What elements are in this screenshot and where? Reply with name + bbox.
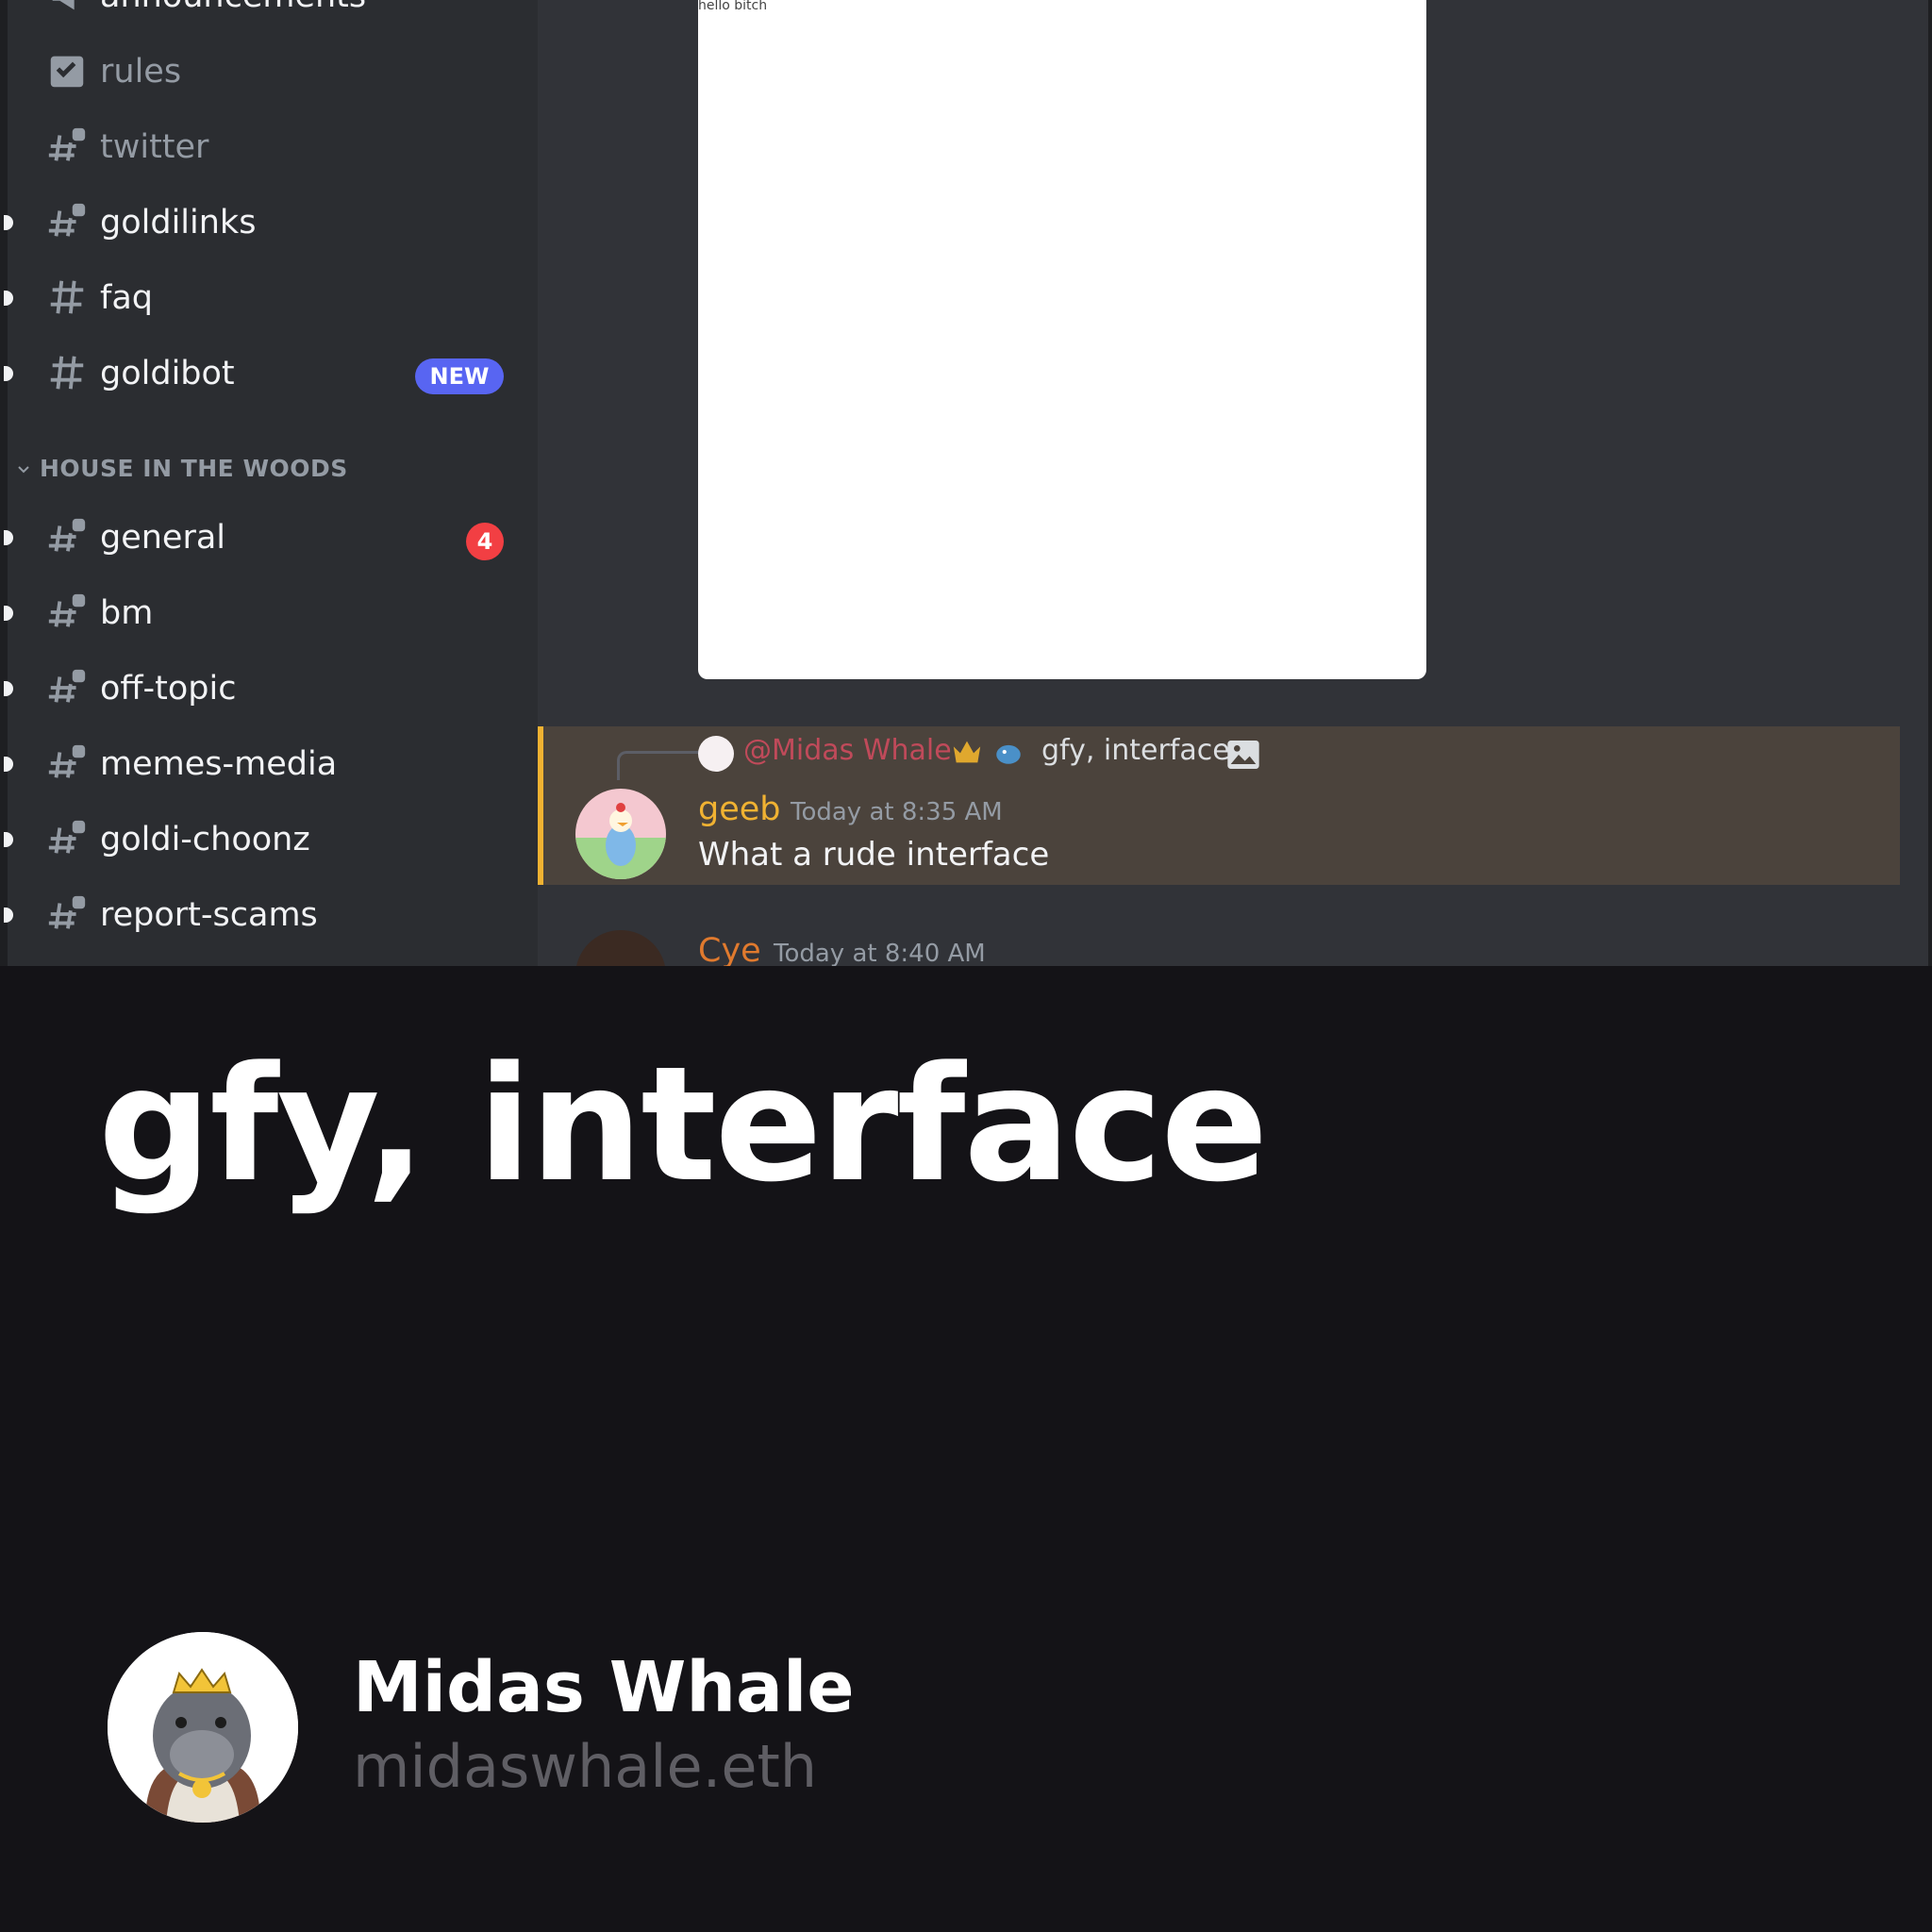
duck-avatar-icon <box>575 789 666 879</box>
avatar[interactable] <box>575 789 666 879</box>
sidebar-item-rules[interactable]: rules <box>0 43 538 100</box>
sidebar-item-memes-media[interactable]: memes-media <box>0 736 538 792</box>
sidebar-item-faq[interactable]: faq <box>0 270 538 326</box>
chevron-down-icon <box>18 466 29 474</box>
message-timestamp: Today at 8:40 AM <box>774 940 986 966</box>
thread-hash-icon <box>48 203 86 237</box>
sidebar-item-label: goldilinks <box>100 204 257 242</box>
unread-indicator <box>4 215 13 230</box>
new-badge: NEW <box>415 358 504 394</box>
sidebar-item-label: general <box>100 519 226 557</box>
thread-hash-icon <box>48 669 86 703</box>
thread-hash-icon <box>48 820 86 854</box>
whale-king-avatar-icon <box>108 1632 298 1823</box>
sidebar-item-label: faq <box>100 279 153 317</box>
message-author[interactable]: geeb <box>698 791 781 828</box>
sidebar-item-goldi-choonz[interactable]: goldi-choonz <box>0 811 538 868</box>
sidebar-item-label: goldi-choonz <box>100 821 310 858</box>
category-header[interactable]: HOUSE IN THE WOODS <box>17 455 348 482</box>
thread-hash-icon <box>48 895 86 929</box>
sidebar-item-general[interactable]: general 4 <box>0 509 538 566</box>
reply-preview-text[interactable]: gfy, interface <box>1041 734 1230 767</box>
author-handle: midaswhale.eth <box>353 1732 818 1801</box>
thread-hash-icon <box>48 593 86 627</box>
sidebar-item-twitter[interactable]: twitter <box>0 119 538 175</box>
image-caption: hello bitch <box>698 0 768 13</box>
reply-mention[interactable]: @Midas Whale <box>743 734 952 767</box>
category-label: HOUSE IN THE WOODS <box>40 455 348 482</box>
unread-indicator <box>4 681 13 696</box>
headline: gfy, interface <box>98 1032 1268 1217</box>
sidebar-item-label: off-topic <box>100 670 237 708</box>
sidebar-item-label: twitter <box>100 128 209 166</box>
sidebar-item-report-scams[interactable]: report-scams <box>0 887 538 943</box>
unread-indicator <box>4 291 13 306</box>
sidebar-item-announcements[interactable]: announcements <box>0 0 538 25</box>
hash-icon <box>50 280 84 314</box>
message-timestamp: Today at 8:35 AM <box>791 798 1003 826</box>
unread-indicator <box>4 757 13 772</box>
sidebar-item-label: bm <box>100 594 154 632</box>
sidebar-item-goldilinks[interactable]: goldilinks <box>0 194 538 251</box>
sidebar-item-off-topic[interactable]: off-topic <box>0 660 538 717</box>
discord-screenshot: announcements rules twitter goldilinks f… <box>0 0 1932 966</box>
unread-indicator <box>4 832 13 847</box>
unread-indicator <box>4 366 13 381</box>
crown-icon <box>953 741 981 763</box>
reply-connector <box>617 751 707 780</box>
whale-icon <box>996 744 1021 764</box>
unread-indicator <box>4 530 13 545</box>
rules-icon <box>50 56 84 88</box>
thread-hash-icon <box>48 127 86 161</box>
message-content: What a rude interface <box>698 836 1050 874</box>
avatar[interactable] <box>575 930 666 966</box>
author-avatar <box>108 1632 298 1823</box>
unread-indicator <box>4 606 13 621</box>
announcement-icon <box>52 0 75 10</box>
thread-hash-icon <box>48 518 86 552</box>
unread-indicator <box>4 908 13 923</box>
sidebar-item-goldibot[interactable]: goldibot NEW <box>0 345 538 402</box>
thread-hash-icon <box>48 744 86 778</box>
message-author[interactable]: Cye <box>698 932 761 966</box>
image-attachment[interactable]: hello bitch <box>698 0 1426 679</box>
author-name: Midas Whale <box>353 1647 855 1728</box>
mention-count-badge: 4 <box>466 523 504 560</box>
sidebar-item-label: memes-media <box>100 745 338 783</box>
hash-icon <box>50 356 84 390</box>
scrollbar[interactable] <box>1928 0 1932 966</box>
reply-avatar[interactable] <box>698 736 734 772</box>
image-icon <box>1227 741 1259 769</box>
sidebar-item-label: goldibot <box>100 355 235 392</box>
sidebar-item-bm[interactable]: bm <box>0 585 538 641</box>
sidebar-item-label: announcements <box>100 0 366 17</box>
chat-area: hello bitch @Midas Whale gfy, interface … <box>538 0 1932 966</box>
sidebar-item-label: report-scams <box>100 896 318 934</box>
channel-sidebar: announcements rules twitter goldilinks f… <box>0 0 538 966</box>
sidebar-item-label: rules <box>100 53 182 91</box>
